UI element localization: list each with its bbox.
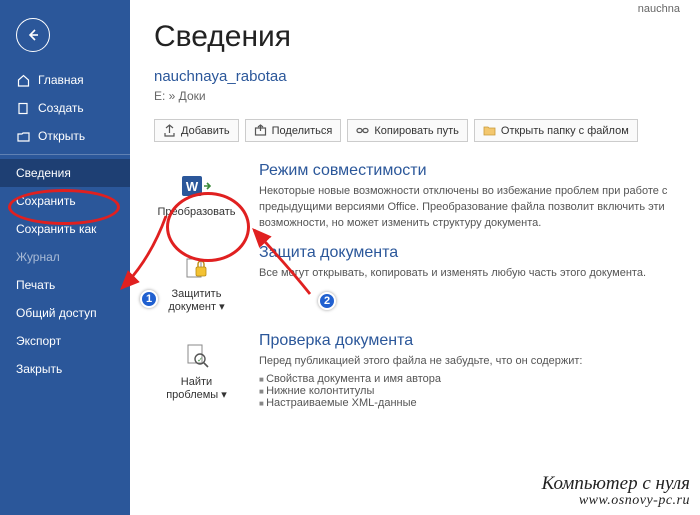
section-inspect: ✓ Найти проблемы ▾ Проверка документа Пе… xyxy=(154,332,680,409)
titlebar-doc-name: nauchna xyxy=(638,3,680,15)
toolbar-copy-path-button[interactable]: Копировать путь xyxy=(347,119,468,142)
inspect-icon: ✓ xyxy=(157,339,236,373)
sidebar-item-label: Закрыть xyxy=(16,362,62,376)
sidebar-item-new[interactable]: Создать xyxy=(0,94,130,122)
sidebar-item-print[interactable]: Печать xyxy=(0,271,130,299)
inspect-desc: Перед публикацией этого файла не забудьт… xyxy=(259,354,680,370)
svg-text:✓: ✓ xyxy=(197,357,203,364)
sidebar-item-open[interactable]: Открыть xyxy=(0,122,130,150)
document-name: nauchnaya_rabotaa xyxy=(154,68,680,85)
word-convert-icon: W xyxy=(157,169,236,203)
inspect-button[interactable]: ✓ Найти проблемы ▾ xyxy=(154,332,239,409)
back-arrow-icon xyxy=(25,27,41,43)
sidebar-item-label: Создать xyxy=(38,101,84,115)
inspect-bullets: Свойства документа и имя автора Нижние к… xyxy=(259,373,680,409)
section-compat: W Преобразовать Режим совместимости Неко… xyxy=(154,162,680,232)
sidebar-item-saveas[interactable]: Сохранить как xyxy=(0,215,130,243)
page-title: Сведения xyxy=(154,20,680,54)
convert-button[interactable]: W Преобразовать xyxy=(154,162,239,232)
nav-divider xyxy=(0,154,130,155)
sidebar-item-save[interactable]: Сохранить xyxy=(0,187,130,215)
convert-button-label: Преобразовать xyxy=(157,206,236,218)
inspect-title: Проверка документа xyxy=(259,332,680,350)
toolbar-copy-path-label: Копировать путь xyxy=(374,125,459,137)
lock-icon xyxy=(157,251,236,285)
new-icon xyxy=(16,101,30,115)
document-path: E: » Доки xyxy=(154,89,680,103)
back-button[interactable] xyxy=(16,18,50,52)
inspect-button-label: Найти проблемы ▾ xyxy=(157,376,236,401)
sidebar-item-info[interactable]: Сведения xyxy=(0,159,130,187)
open-icon xyxy=(16,129,30,143)
main-panel: nauchna Сведения nauchnaya_rabotaa E: » … xyxy=(130,0,700,515)
sidebar-item-label: Экспорт xyxy=(16,334,61,348)
sidebar-item-label: Сохранить xyxy=(16,194,76,208)
folder-icon xyxy=(483,124,496,137)
protect-desc: Все могут открывать, копировать и изменя… xyxy=(259,266,680,282)
toolbar-open-folder-button[interactable]: Открыть папку с файлом xyxy=(474,119,638,142)
app-root: Главная Создать Открыть Сведения Сохрани… xyxy=(0,0,700,515)
sidebar-item-label: Общий доступ xyxy=(16,306,97,320)
protect-title: Защита документа xyxy=(259,244,680,262)
protect-button[interactable]: Защитить документ ▾ xyxy=(154,244,239,320)
inspect-bullet: Настраиваемые XML-данные xyxy=(259,397,680,409)
sidebar: Главная Создать Открыть Сведения Сохрани… xyxy=(0,0,130,515)
sidebar-item-close[interactable]: Закрыть xyxy=(0,355,130,383)
home-icon xyxy=(16,73,30,87)
sidebar-item-label: Сведения xyxy=(16,166,71,180)
share-icon xyxy=(254,124,267,137)
upload-icon xyxy=(163,124,176,137)
toolbar-share-button[interactable]: Поделиться xyxy=(245,119,342,142)
inspect-bullet: Свойства документа и имя автора xyxy=(259,373,680,385)
protect-button-label: Защитить документ ▾ xyxy=(157,288,236,313)
sidebar-item-history: Журнал xyxy=(0,243,130,271)
sidebar-item-export[interactable]: Экспорт xyxy=(0,327,130,355)
section-protect: Защитить документ ▾ Защита документа Все… xyxy=(154,244,680,320)
sidebar-item-share[interactable]: Общий доступ xyxy=(0,299,130,327)
toolbar-open-folder-label: Открыть папку с файлом xyxy=(501,125,629,137)
sidebar-item-label: Журнал xyxy=(16,250,60,264)
toolbar: Добавить Поделиться Копировать путь Откр… xyxy=(154,119,680,142)
sidebar-item-label: Открыть xyxy=(38,129,85,143)
link-icon xyxy=(356,124,369,137)
sidebar-item-label: Печать xyxy=(16,278,55,292)
sidebar-item-label: Сохранить как xyxy=(16,222,96,236)
compat-desc: Некоторые новые возможности отключены во… xyxy=(259,184,680,232)
svg-text:W: W xyxy=(185,179,198,194)
toolbar-share-label: Поделиться xyxy=(272,125,333,137)
toolbar-add-label: Добавить xyxy=(181,125,230,137)
toolbar-add-button[interactable]: Добавить xyxy=(154,119,239,142)
compat-title: Режим совместимости xyxy=(259,162,680,180)
sidebar-item-home[interactable]: Главная xyxy=(0,66,130,94)
inspect-bullet: Нижние колонтитулы xyxy=(259,385,680,397)
sidebar-item-label: Главная xyxy=(38,73,84,87)
